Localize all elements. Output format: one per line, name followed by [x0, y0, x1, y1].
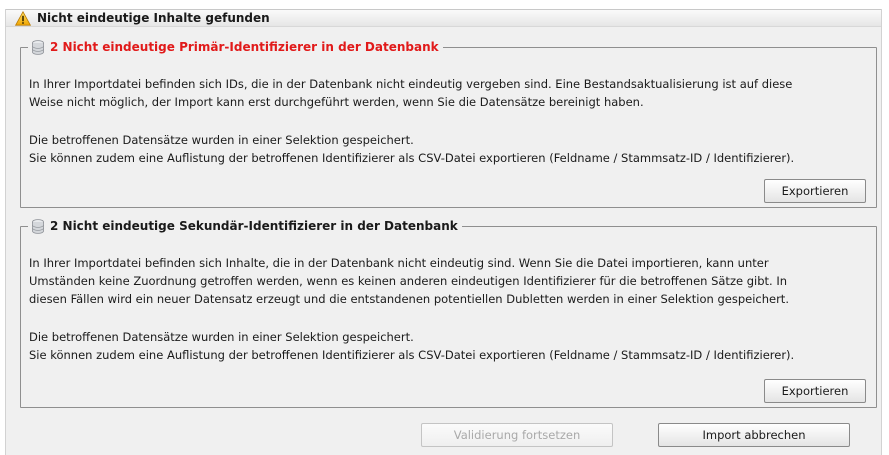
export-primary-button[interactable]: Exportieren: [764, 179, 866, 203]
duplicate-content-dialog: Nicht eindeutige Inhalte gefunden 2 Nich…: [5, 9, 882, 455]
secondary-identifiers-group: 2 Nicht eindeutige Sekundär-Identifizier…: [20, 218, 877, 408]
continue-validation-button[interactable]: Validierung fortsetzen: [421, 423, 613, 447]
warning-triangle-icon: [15, 11, 31, 26]
export-secondary-button[interactable]: Exportieren: [764, 379, 866, 403]
primary-description: In Ihrer Importdatei befinden sich IDs, …: [29, 77, 793, 109]
secondary-description: In Ihrer Importdatei befinden sich Inhal…: [29, 256, 789, 306]
dialog-title: Nicht eindeutige Inhalte gefunden: [37, 11, 270, 25]
primary-identifiers-legend: 2 Nicht eindeutige Primär-Identifizierer…: [28, 39, 443, 55]
secondary-export-hint: Die betroffenen Datensätze wurden in ein…: [29, 330, 795, 362]
primary-identifiers-title: 2 Nicht eindeutige Primär-Identifizierer…: [50, 40, 439, 54]
primary-export-hint: Die betroffenen Datensätze wurden in ein…: [29, 133, 795, 165]
cancel-import-button[interactable]: Import abbrechen: [658, 423, 850, 447]
secondary-identifiers-title: 2 Nicht eindeutige Sekundär-Identifizier…: [50, 219, 458, 233]
database-icon: [32, 218, 44, 234]
database-icon: [32, 39, 44, 55]
primary-identifiers-group: 2 Nicht eindeutige Primär-Identifizierer…: [20, 39, 877, 208]
dialog-titlebar: Nicht eindeutige Inhalte gefunden: [6, 9, 881, 27]
secondary-identifiers-legend: 2 Nicht eindeutige Sekundär-Identifizier…: [28, 218, 462, 234]
